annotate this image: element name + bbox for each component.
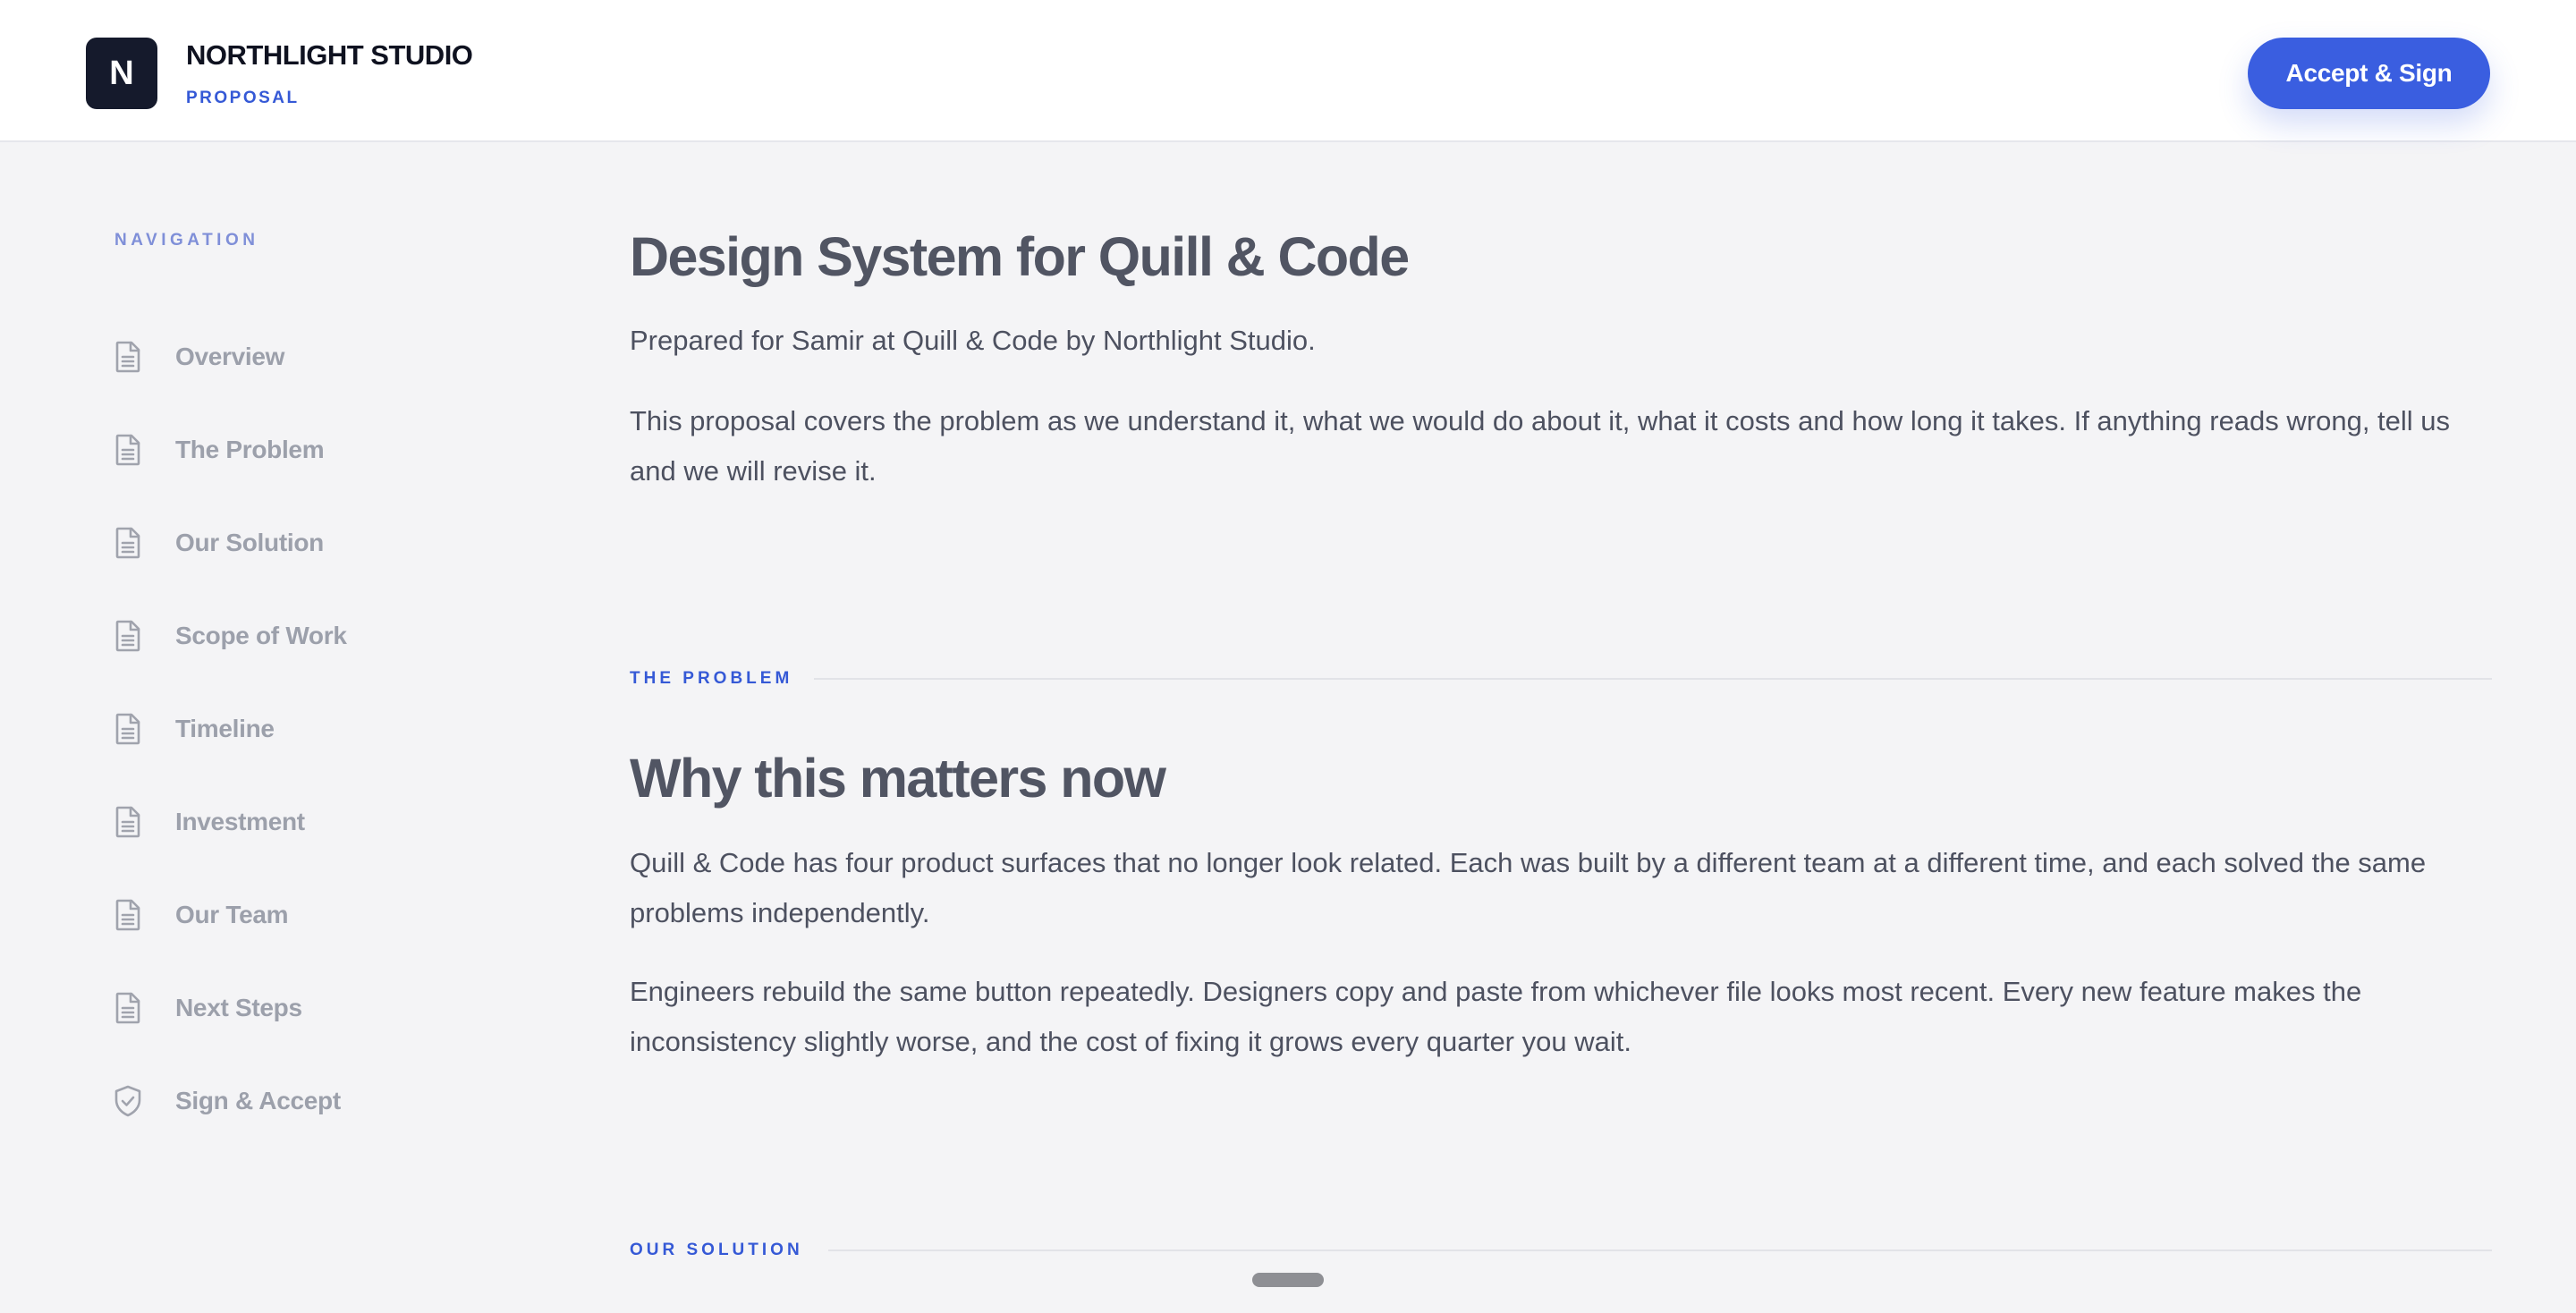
shield-check-icon: [113, 1085, 143, 1117]
sidebar-item-label: Investment: [175, 808, 305, 835]
section-label-our-solution: OUR SOLUTION: [630, 1241, 803, 1259]
sidebar-item-sign-and-accept[interactable]: Sign & Accept: [113, 1055, 347, 1148]
sidebar-item-label: Our Solution: [175, 529, 324, 556]
top-bar: N NORTHLIGHT STUDIO PROPOSAL Accept & Si…: [0, 0, 2576, 142]
scroll-indicator[interactable]: [1252, 1273, 1324, 1287]
section-label-the-problem: THE PROBLEM: [630, 669, 793, 688]
document-icon: [113, 434, 143, 466]
brand-logo: N: [86, 38, 157, 109]
intro-paragraph: This proposal covers the problem as we u…: [630, 405, 2451, 487]
document-icon: [113, 620, 143, 652]
brand-subtitle: PROPOSAL: [186, 89, 300, 107]
sidebar-item-the-problem[interactable]: The Problem: [113, 403, 347, 496]
sidebar-item-label: Sign & Accept: [175, 1087, 341, 1114]
sidebar-item-our-team[interactable]: Our Team: [113, 868, 347, 961]
problem-paragraph-1: Quill & Code has four product surfaces t…: [630, 847, 2427, 928]
sidebar-item-next-steps[interactable]: Next Steps: [113, 961, 347, 1055]
document-icon: [113, 992, 143, 1024]
sidebar-item-our-solution[interactable]: Our Solution: [113, 496, 347, 589]
section-divider: [814, 678, 2492, 680]
sidebar-item-investment[interactable]: Investment: [113, 775, 347, 868]
accept-and-sign-button[interactable]: Accept & Sign: [2248, 38, 2490, 109]
sidebar-item-timeline[interactable]: Timeline: [113, 682, 347, 775]
sidebar-item-label: Next Steps: [175, 994, 302, 1021]
sidebar-item-label: Timeline: [175, 715, 275, 742]
page-title: Design System for Quill & Code: [630, 226, 1410, 287]
document-icon: [113, 713, 143, 745]
document-icon: [113, 527, 143, 559]
sidebar-item-label: Our Team: [175, 901, 289, 928]
sidebar-item-scope-of-work[interactable]: Scope of Work: [113, 589, 347, 682]
logo-letter: N: [109, 54, 134, 92]
sidebar-item-label: The Problem: [175, 436, 325, 463]
brand-name: NORTHLIGHT STUDIO: [186, 39, 473, 71]
prepared-for-text: Prepared for Samir at Quill & Code by No…: [630, 325, 1316, 356]
problem-paragraph-2: Engineers rebuild the same button repeat…: [630, 976, 2362, 1057]
section-divider: [828, 1249, 2492, 1251]
sidebar-item-label: Scope of Work: [175, 622, 347, 649]
sidebar-item-overview[interactable]: Overview: [113, 310, 347, 403]
document-icon: [113, 899, 143, 931]
document-icon: [113, 806, 143, 838]
section-heading: Why this matters now: [630, 748, 1166, 809]
nav-list: Overview The Problem Our Solution Scope …: [113, 310, 347, 1148]
sidebar-item-label: Overview: [175, 343, 285, 370]
navigation-heading: NAVIGATION: [114, 231, 259, 250]
document-icon: [113, 341, 143, 373]
